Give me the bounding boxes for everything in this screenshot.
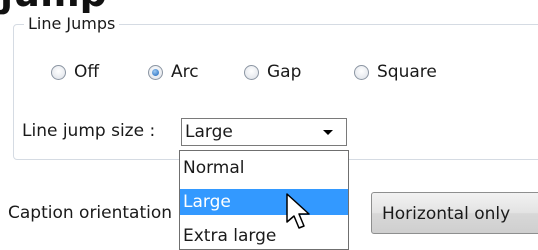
radio-gap-indicator (244, 64, 259, 80)
radio-off[interactable]: Off (51, 62, 99, 82)
radio-arc-label: Arc (171, 62, 199, 82)
radio-square-label: Square (377, 62, 437, 82)
mouse-pointer-icon (286, 193, 310, 229)
line-jumps-title: Line Jumps (24, 13, 120, 35)
caption-orientation-button-label: Horizontal only (382, 204, 511, 224)
radio-gap-label: Gap (267, 62, 302, 82)
line-jump-size-select[interactable]: Large (181, 118, 347, 146)
radio-arc-indicator (148, 64, 163, 80)
radio-gap[interactable]: Gap (244, 62, 301, 82)
radio-off-label: Off (74, 62, 100, 82)
dropdown-option-extra-large[interactable]: Extra large (180, 223, 348, 249)
caption-orientation-label: Caption orientation (8, 203, 173, 223)
radio-square-indicator (354, 64, 369, 80)
chevron-down-icon (323, 130, 333, 135)
dropdown-option-normal[interactable]: Normal (180, 155, 348, 181)
line-jump-size-label: Line jump size : (22, 121, 156, 141)
radio-off-indicator (51, 64, 66, 80)
caption-orientation-button[interactable]: Horizontal only (371, 192, 538, 234)
radio-arc[interactable]: Arc (148, 62, 199, 82)
dropdown-option-large[interactable]: Large (180, 189, 348, 215)
line-jump-size-dropdown-list: Normal Large Extra large (179, 150, 349, 250)
line-jump-size-value: Large (185, 122, 233, 142)
radio-square[interactable]: Square (354, 62, 437, 82)
